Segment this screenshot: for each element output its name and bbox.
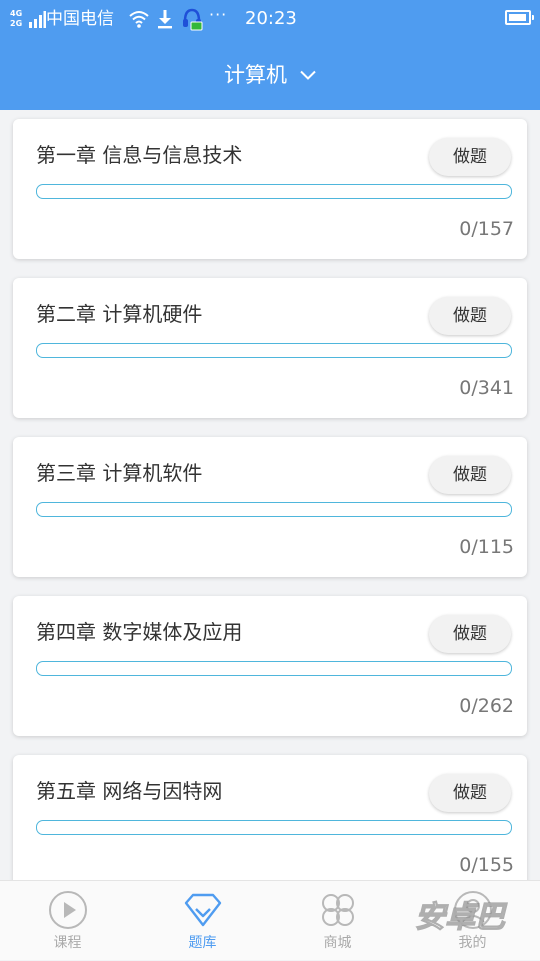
download-icon	[158, 10, 172, 29]
do-exercises-button[interactable]: 做题	[429, 615, 511, 653]
wifi-icon	[129, 11, 149, 28]
play-circle-icon	[49, 891, 87, 929]
diamond-icon	[184, 893, 222, 927]
signal-icon	[29, 11, 46, 28]
battery-level	[509, 14, 526, 21]
chapter-title: 第二章 计算机硬件	[36, 302, 203, 326]
nav-label: 商城	[323, 935, 352, 951]
bottom-nav: 课程 题库 商城 我的	[0, 880, 540, 960]
chapter-title: 第一章 信息与信息技术	[36, 143, 243, 167]
question-count: 0/157	[459, 218, 514, 240]
carrier-name: 中国电信	[46, 9, 114, 29]
nav-tab-courses[interactable]: 课程	[0, 881, 135, 961]
app-header: 4G 2G 中国电信 ··· 20:23 计算机	[0, 0, 540, 110]
nav-tab-store[interactable]: 商城	[270, 881, 405, 961]
progress-bar	[36, 184, 512, 199]
headset-icon	[183, 8, 203, 31]
network-type-top: 4G	[10, 9, 23, 18]
nav-label: 我的	[458, 935, 487, 951]
nav-tab-question-bank[interactable]: 题库	[135, 881, 270, 961]
chapter-card[interactable]: 第三章 计算机软件 做题 0/115	[13, 437, 527, 577]
do-exercises-button[interactable]: 做题	[429, 456, 511, 494]
do-exercises-button[interactable]: 做题	[429, 774, 511, 812]
question-count: 0/115	[459, 536, 514, 558]
chapter-card[interactable]: 第五章 网络与因特网 做题 0/155	[13, 755, 527, 880]
title-bar: 计算机	[0, 40, 540, 110]
nav-tab-profile[interactable]: 我的	[405, 881, 540, 961]
progress-bar	[36, 343, 512, 358]
chapter-title: 第三章 计算机软件	[36, 461, 203, 485]
progress-bar	[36, 820, 512, 835]
chapter-card[interactable]: 第一章 信息与信息技术 做题 0/157	[13, 119, 527, 259]
progress-bar	[36, 502, 512, 517]
subject-title: 计算机	[223, 63, 287, 87]
chapter-card[interactable]: 第四章 数字媒体及应用 做题 0/262	[13, 596, 527, 736]
question-count: 0/155	[459, 854, 514, 876]
chevron-down-icon	[300, 70, 316, 80]
battery-icon	[505, 10, 534, 25]
status-time: 20:23	[245, 8, 297, 29]
chapter-list[interactable]: 第一章 信息与信息技术 做题 0/157 第二章 计算机硬件 做题 0/341 …	[0, 110, 540, 880]
more-notifications-icon: ···	[209, 5, 228, 24]
question-count: 0/341	[459, 377, 514, 399]
grid-icon	[322, 894, 354, 926]
chapter-card[interactable]: 第二章 计算机硬件 做题 0/341	[13, 278, 527, 418]
status-bar: 4G 2G 中国电信 ··· 20:23	[0, 0, 540, 40]
progress-bar	[36, 661, 512, 676]
nav-label: 课程	[53, 935, 82, 951]
do-exercises-button[interactable]: 做题	[429, 138, 511, 176]
profile-icon	[454, 891, 492, 929]
do-exercises-button[interactable]: 做题	[429, 297, 511, 335]
chapter-title: 第五章 网络与因特网	[36, 779, 223, 803]
chapter-title: 第四章 数字媒体及应用	[36, 620, 243, 644]
network-type-bottom: 2G	[10, 19, 23, 28]
nav-label: 题库	[188, 935, 217, 951]
subject-selector[interactable]: 计算机	[0, 58, 540, 92]
question-count: 0/262	[459, 695, 514, 717]
